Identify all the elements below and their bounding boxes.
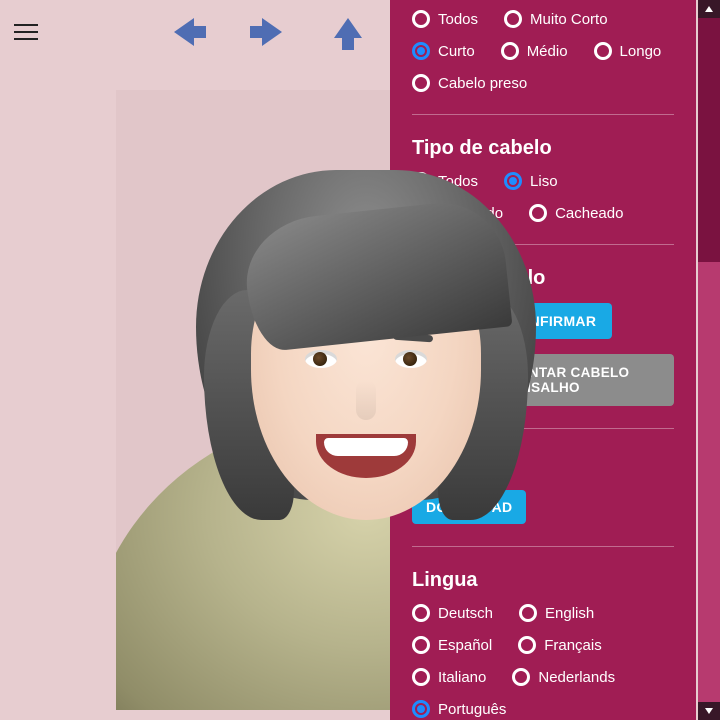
language-heading: Lingua [412,569,674,592]
radio-icon [504,10,522,28]
option-label: Español [438,637,492,654]
scroll-up-icon[interactable] [698,0,720,18]
option-label: Longo [620,43,662,60]
hair-type-option-cacheado[interactable]: Cacheado [529,204,623,222]
radio-icon [412,74,430,92]
hair-length-option-preso[interactable]: Cabelo preso [412,74,527,92]
radio-icon [412,604,430,622]
section-divider [412,114,674,115]
radio-icon [512,668,530,686]
radio-icon [412,668,430,686]
hair-length-option-muito-curto[interactable]: Muito Corto [504,10,608,28]
radio-icon [529,204,547,222]
arrow-left-icon[interactable] [168,12,208,52]
radio-icon [412,636,430,654]
hair-type-heading: Tipo de cabelo [412,137,674,160]
radio-icon [519,604,537,622]
menu-icon[interactable] [14,19,40,45]
language-option-fr[interactable]: Français [518,636,602,654]
radio-icon [518,636,536,654]
option-label: Muito Corto [530,11,608,28]
option-label: Deutsch [438,605,493,622]
arrow-right-icon[interactable] [248,12,288,52]
language-option-es[interactable]: Español [412,636,492,654]
hair-length-option-todos[interactable]: Todos [412,10,478,28]
hair-length-option-curto[interactable]: Curto [412,42,475,60]
language-option-nl[interactable]: Nederlands [512,668,615,686]
option-label: Italiano [438,669,486,686]
radio-icon [504,172,522,190]
scrollbar-track-lower [698,262,720,720]
option-label: Français [544,637,602,654]
option-label: Médio [527,43,568,60]
scrollbar-track-upper [698,0,720,262]
radio-icon [412,10,430,28]
radio-icon [501,42,519,60]
option-label: English [545,605,594,622]
language-option-en[interactable]: English [519,604,594,622]
hair-type-option-liso[interactable]: Liso [504,172,558,190]
option-label: Liso [530,173,558,190]
arrow-up-icon[interactable] [328,12,368,52]
option-label: Nederlands [538,669,615,686]
language-option-pt[interactable]: Português [412,700,506,718]
hair-length-option-medio[interactable]: Médio [501,42,568,60]
language-option-de[interactable]: Deutsch [412,604,493,622]
language-options: Deutsch English Español Français Italian… [412,604,674,718]
option-label: Português [438,701,506,718]
option-label: Cacheado [555,205,623,222]
language-option-it[interactable]: Italiano [412,668,486,686]
radio-icon [594,42,612,60]
option-label: Curto [438,43,475,60]
section-divider [412,546,674,547]
radio-icon [412,700,430,718]
scroll-down-icon[interactable] [698,702,720,720]
hair-length-option-longo[interactable]: Longo [594,42,662,60]
hair-length-options: Todos Muito Corto Curto Médio Longo Cabe… [412,10,674,92]
scrollbar[interactable] [698,0,720,720]
option-label: Todos [438,11,478,28]
radio-icon [412,42,430,60]
option-label: Cabelo preso [438,75,527,92]
